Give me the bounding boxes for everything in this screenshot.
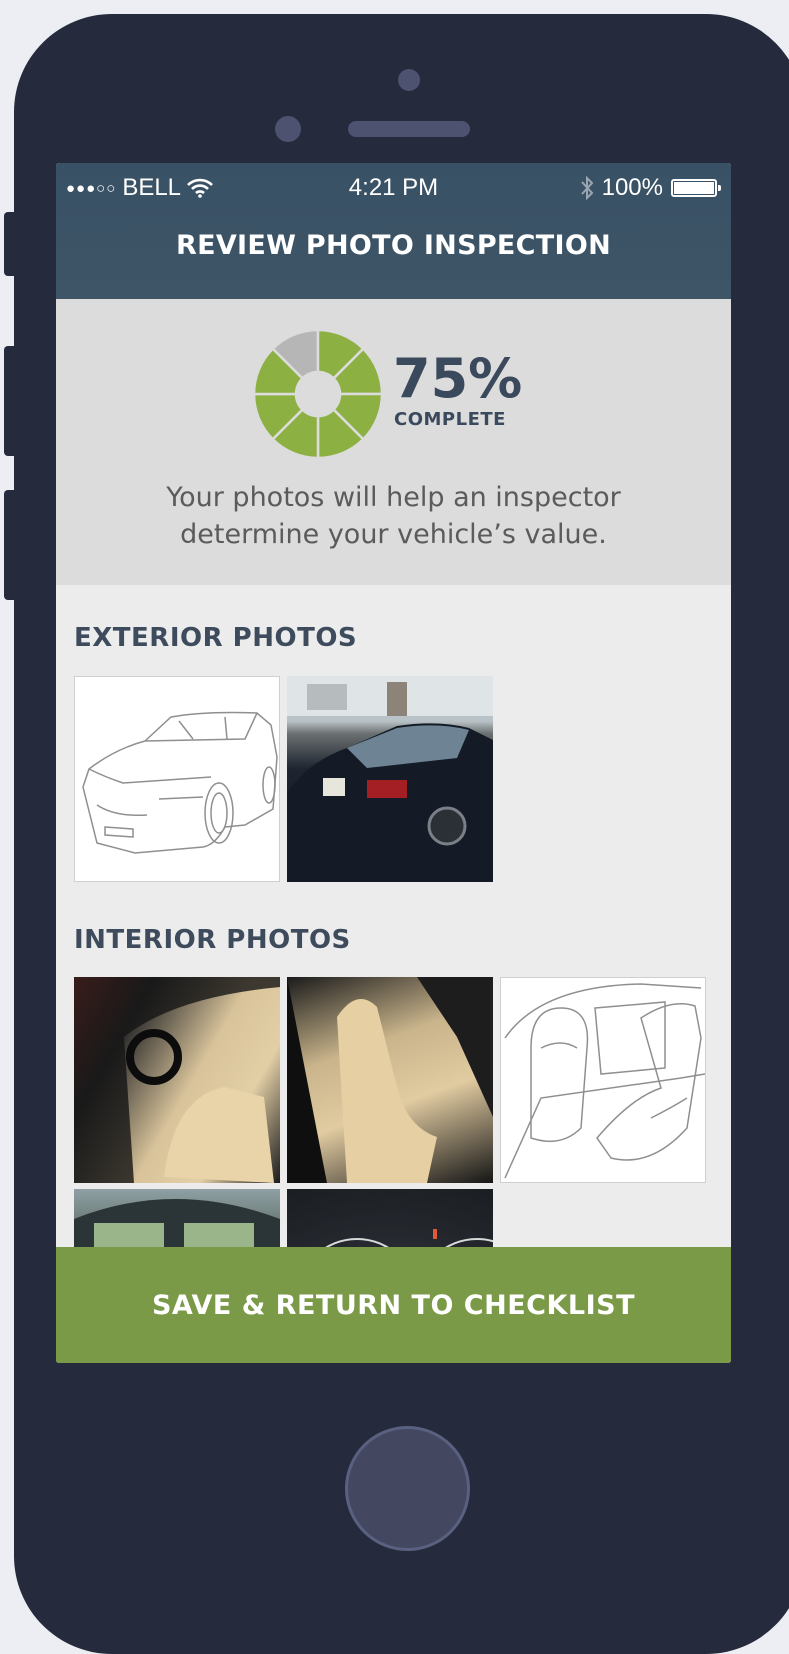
- driver-seat-photo: [74, 977, 280, 1183]
- car-outline-icon: [82, 711, 278, 854]
- battery-percent: 100%: [601, 174, 663, 201]
- app-header: ●●●○○ BELL 4:21 PM 100% REVIEW PHOTO INS…: [56, 163, 731, 299]
- progress-label: COMPLETE: [394, 409, 506, 430]
- car-rear-photo: [287, 676, 493, 882]
- volume-up-button: [4, 346, 16, 456]
- earpiece-speaker: [348, 121, 470, 137]
- proximity-sensor: [275, 116, 301, 142]
- app-screen: ●●●○○ BELL 4:21 PM 100% REVIEW PHOTO INS…: [56, 163, 731, 1363]
- exterior-section-title: EXTERIOR PHOTOS: [74, 623, 358, 653]
- home-button[interactable]: [345, 1426, 470, 1551]
- battery-icon: [671, 179, 721, 197]
- progress-panel: 75% COMPLETE Your photos will help an in…: [56, 299, 731, 585]
- interior-section-title: INTERIOR PHOTOS: [74, 925, 351, 955]
- exterior-photo-placeholder[interactable]: [74, 676, 280, 882]
- exterior-photo-rear-car[interactable]: [287, 676, 493, 882]
- front-camera: [398, 69, 420, 91]
- status-bar: ●●●○○ BELL 4:21 PM 100%: [56, 163, 731, 213]
- interior-photo-passenger-seat[interactable]: [287, 977, 493, 1183]
- mute-switch: [4, 212, 16, 276]
- passenger-seat-photo: [287, 977, 493, 1183]
- progress-donut: [253, 329, 383, 459]
- seat-outline-icon: [504, 983, 705, 1179]
- page-title: REVIEW PHOTO INSPECTION: [176, 230, 611, 261]
- save-return-button[interactable]: SAVE & RETURN TO CHECKLIST: [56, 1247, 731, 1363]
- interior-photo-placeholder[interactable]: [500, 977, 706, 1183]
- interior-photo-driver-seat[interactable]: [74, 977, 280, 1183]
- bluetooth-icon: [580, 175, 593, 201]
- volume-down-button: [4, 490, 16, 600]
- progress-description: Your photos will help an inspector deter…: [166, 482, 621, 550]
- progress-percent: 75%: [393, 347, 523, 410]
